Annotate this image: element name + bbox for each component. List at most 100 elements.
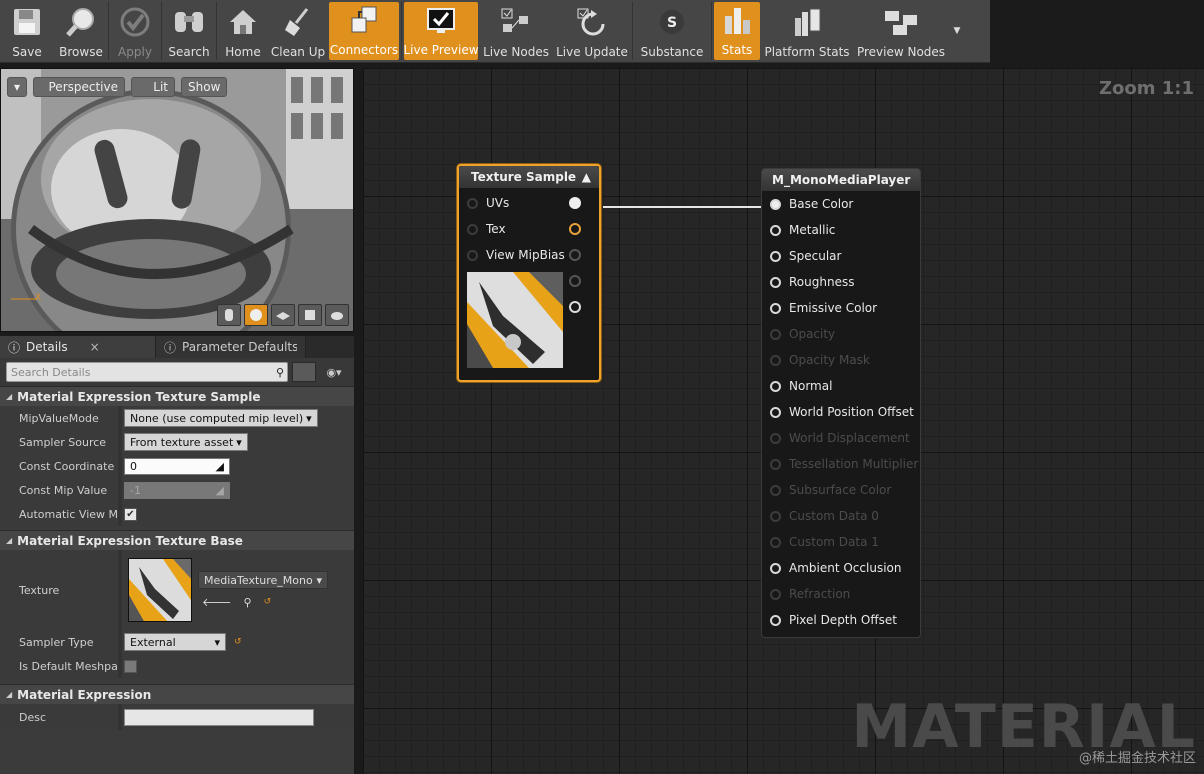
plane-icon[interactable] — [271, 304, 295, 326]
output-pin-rgba[interactable] — [569, 197, 581, 209]
search-details-input[interactable]: Search Details ⚲ — [6, 362, 288, 382]
connectors-button[interactable]: Connectors — [329, 2, 399, 60]
preview-nodes-icon — [883, 4, 919, 40]
property-label: Desc — [19, 710, 47, 724]
texture-thumbnail[interactable] — [128, 558, 192, 622]
toolbar-overflow-chevron-icon[interactable]: ▼ — [950, 0, 964, 62]
cylinder-icon[interactable] — [217, 304, 241, 326]
input-pin-circle-icon — [770, 328, 781, 340]
material-input-pin[interactable]: Specular — [770, 243, 920, 269]
material-input-pin[interactable]: Normal — [770, 373, 920, 399]
material-input-pin[interactable]: Roughness — [770, 269, 920, 295]
preview-nodes-button[interactable]: Preview Nodes — [852, 0, 950, 62]
stats-button[interactable]: Stats — [714, 2, 760, 60]
tab-details[interactable]: ⓘ Details × — [0, 336, 156, 358]
pin-label: UVs — [486, 196, 510, 210]
category-texture-sample[interactable]: ◢ Material Expression Texture Sample — [0, 386, 354, 406]
mip-value-mode-dropdown[interactable]: None (use computed mip level) ▾ — [124, 409, 318, 427]
browse-button[interactable]: Browse — [54, 0, 108, 62]
clean-up-button[interactable]: Clean Up — [269, 0, 327, 62]
material-input-pin[interactable]: Custom Data 1 — [770, 529, 920, 555]
platform-stats-button[interactable]: Platform Stats — [762, 0, 852, 62]
category-texture-base[interactable]: ◢ Material Expression Texture Base — [0, 530, 354, 550]
material-input-pin[interactable]: Ambient Occlusion — [770, 555, 920, 581]
home-button[interactable]: Home — [217, 0, 269, 62]
texture-sample-node[interactable]: Texture Sample ▲ UVs Tex View MipBias — [457, 164, 601, 382]
material-result-node[interactable]: M_MonoMediaPlayer Base Color Metallic Spec… — [761, 168, 921, 638]
material-input-pin[interactable]: Pixel Depth Offset — [770, 607, 920, 633]
axis-x-label: X — [35, 293, 42, 303]
node-title-bar[interactable]: Texture Sample ▲ — [459, 166, 599, 188]
sphere-icon[interactable] — [244, 304, 268, 326]
material-input-pin[interactable]: Custom Data 0 — [770, 503, 920, 529]
use-selected-arrow-icon[interactable]: 🡐 — [202, 595, 232, 609]
material-input-pin[interactable]: Tessellation Multiplier — [770, 451, 920, 477]
material-input-pin[interactable]: Metallic — [770, 217, 920, 243]
tab-parameter-defaults[interactable]: ⓘ Parameter Defaults — [156, 336, 306, 358]
input-pin-circle-icon — [770, 250, 781, 262]
sampler-type-dropdown[interactable]: External ▾ — [124, 633, 226, 651]
output-pin-r[interactable] — [569, 223, 581, 235]
apply-button[interactable]: Apply — [109, 0, 161, 62]
is-default-meshpaint-checkbox[interactable] — [124, 659, 137, 673]
output-pin-g[interactable] — [569, 249, 581, 261]
viewport-options-chevron-icon[interactable]: ▾ — [7, 77, 27, 97]
eye-visibility-icon[interactable]: ◉▾ — [320, 362, 348, 382]
material-input-pin[interactable]: World Position Offset — [770, 399, 920, 425]
const-coordinate-input[interactable]: 0 ◢ — [124, 457, 230, 475]
dropdown-value: From texture asset — [130, 435, 234, 449]
browse-magnifier-icon[interactable]: ⚲ — [244, 596, 252, 609]
input-value: 0 — [130, 459, 137, 473]
checkmark-icon — [117, 4, 153, 40]
live-preview-button[interactable]: Live Preview — [403, 2, 479, 60]
search-button[interactable]: Search — [162, 0, 216, 62]
live-nodes-button[interactable]: Live Nodes — [480, 0, 552, 62]
input-pin-circle-icon — [770, 276, 781, 288]
browse-label: Browse — [59, 45, 103, 59]
sampler-source-dropdown[interactable]: From texture asset ▾ — [124, 433, 248, 451]
pin-label: World Displacement — [789, 431, 910, 445]
material-input-pin[interactable]: World Displacement — [770, 425, 920, 451]
live-update-button[interactable]: Live Update — [552, 0, 632, 62]
teapot-icon[interactable] — [325, 304, 349, 326]
output-pin-b[interactable] — [569, 275, 581, 287]
lit-button[interactable]: Lit — [131, 77, 175, 97]
pin-label: Specular — [789, 249, 842, 263]
substance-button[interactable]: S Substance — [633, 0, 711, 62]
pin-label: View MipBias — [486, 248, 565, 262]
perspective-button[interactable]: Perspective — [33, 77, 125, 97]
reset-to-default-icon[interactable]: ↺ — [264, 597, 272, 607]
show-button[interactable]: Show — [181, 77, 228, 97]
property-row: MipValueMode None (use computed mip leve… — [0, 406, 354, 430]
automatic-view-mip-checkbox[interactable]: ✔ — [124, 507, 137, 521]
material-input-pin[interactable]: Opacity — [770, 321, 920, 347]
input-pin-circle-icon — [467, 249, 478, 261]
output-pin-a[interactable] — [569, 301, 581, 313]
property-matrix-icon[interactable] — [292, 362, 316, 382]
preview-viewport[interactable]: ▾ Perspective Lit Show X — [0, 68, 354, 332]
material-input-pin[interactable]: Refraction — [770, 581, 920, 607]
property-label: Const Coordinate — [19, 459, 115, 473]
texture-asset-dropdown[interactable]: MediaTexture_MonoMe ▾ — [198, 571, 328, 589]
save-button[interactable]: Save — [0, 0, 54, 62]
material-input-pin[interactable]: Subsurface Color — [770, 477, 920, 503]
material-input-pin[interactable]: Opacity Mask — [770, 347, 920, 373]
stats-label: Stats — [721, 43, 753, 57]
const-mip-value-input[interactable]: -1 ◢ — [124, 481, 230, 499]
cube-icon[interactable] — [298, 304, 322, 326]
reset-to-default-icon[interactable]: ↺ — [234, 637, 242, 647]
pin-label: Opacity Mask — [789, 353, 870, 367]
node-title-bar[interactable]: M_MonoMediaPlayer — [762, 169, 920, 191]
material-graph-canvas[interactable]: Zoom 1:1 MATERIAL @稀土掘金技术社区 Texture Samp… — [360, 68, 1204, 774]
desc-input[interactable] — [124, 708, 314, 726]
collapse-node-arrow-icon[interactable]: ▲ — [582, 170, 591, 184]
close-tab-icon[interactable]: × — [90, 340, 100, 354]
property-row: Is Default Meshpain — [0, 654, 354, 678]
category-material-expression[interactable]: ◢ Material Expression — [0, 684, 354, 704]
details-search-row: Search Details ⚲ ◉▾ — [0, 358, 354, 386]
property-row: Desc — [0, 704, 354, 730]
material-input-pin[interactable]: Base Color — [770, 191, 920, 217]
material-input-pin[interactable]: Emissive Color — [770, 295, 920, 321]
floppy-disk-icon — [9, 4, 45, 40]
platform-stats-label: Platform Stats — [764, 45, 850, 59]
